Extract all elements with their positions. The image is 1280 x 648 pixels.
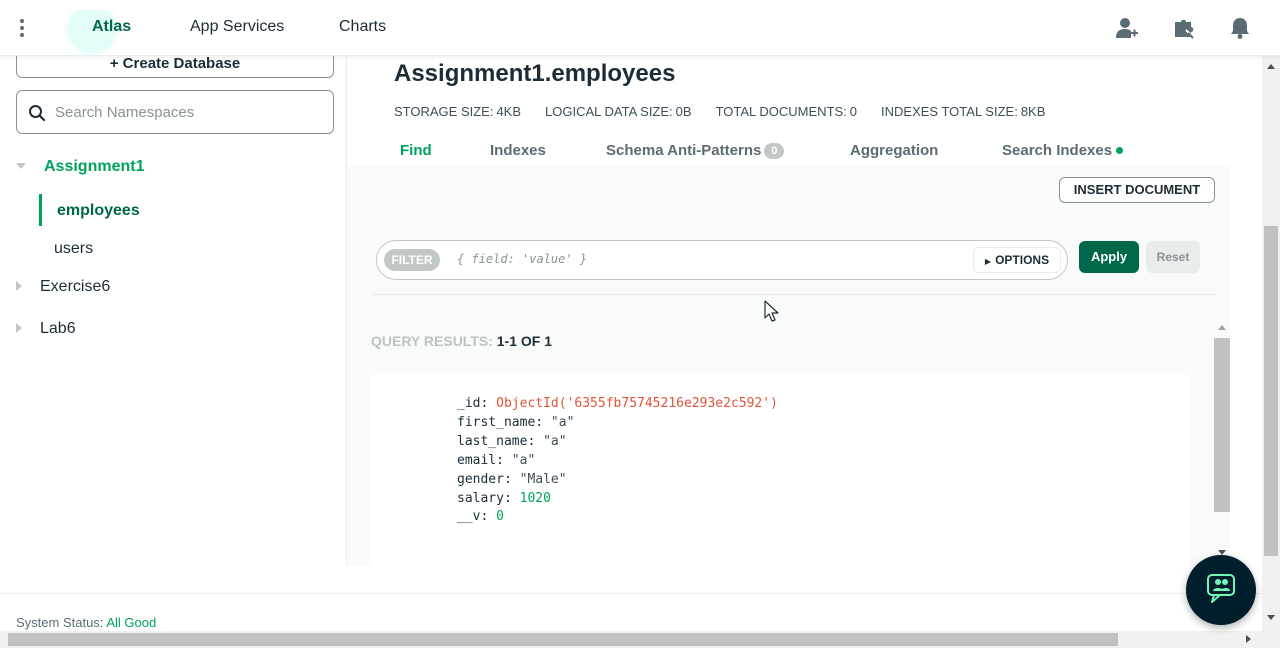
nav-tab-charts[interactable]: Charts bbox=[339, 18, 386, 36]
document-fields: _id: ObjectId('6355fb75745216e293e2c592'… bbox=[457, 395, 778, 527]
tab-find[interactable]: Find bbox=[400, 142, 432, 159]
results-scrollbar[interactable] bbox=[1214, 322, 1230, 558]
stat-total-documents: TOTAL DOCUMENTS: 0 bbox=[715, 104, 858, 119]
search-namespaces-box[interactable] bbox=[16, 90, 334, 134]
document-field: first_name: "a" bbox=[457, 414, 575, 430]
page-horizontal-scrollbar[interactable] bbox=[0, 631, 1280, 648]
filter-input[interactable]: { field: 'value' } bbox=[457, 252, 587, 266]
sidebar-collection-users[interactable]: users bbox=[54, 240, 93, 258]
system-status-link[interactable]: All Good bbox=[106, 615, 156, 630]
bell-icon[interactable] bbox=[1228, 16, 1252, 40]
stat-storage-size: STORAGE SIZE: 4KB bbox=[394, 104, 522, 119]
search-icon bbox=[29, 105, 46, 122]
top-nav: Atlas App Services Charts bbox=[0, 0, 1280, 58]
apply-button[interactable]: Apply bbox=[1079, 241, 1139, 273]
collection-stats: STORAGE SIZE: 4KB LOGICAL DATA SIZE: 0B TO… bbox=[394, 104, 1045, 119]
scroll-up-icon[interactable] bbox=[1218, 325, 1226, 330]
options-button[interactable]: ▶ OPTIONS bbox=[973, 247, 1061, 273]
tab-aggregation[interactable]: Aggregation bbox=[850, 142, 938, 159]
nav-tab-app-services[interactable]: App Services bbox=[190, 18, 284, 36]
system-status: System Status: All Good bbox=[16, 615, 157, 630]
divider bbox=[371, 294, 1216, 295]
document-field: last_name: "a" bbox=[457, 433, 567, 449]
scrollbar-thumb[interactable] bbox=[1264, 226, 1278, 556]
caret-right-icon: ▶ bbox=[984, 257, 992, 266]
search-namespaces-input[interactable] bbox=[55, 101, 315, 123]
page-vertical-scrollbar[interactable] bbox=[1262, 56, 1280, 631]
document-field: __v: 0 bbox=[457, 509, 504, 525]
insert-document-button[interactable]: INSERT DOCUMENT bbox=[1059, 177, 1215, 203]
collection-tabs: Find Indexes Schema Anti-Patterns 0 Aggre… bbox=[347, 134, 1230, 166]
tab-schema-anti-patterns[interactable]: Schema Anti-Patterns 0 bbox=[606, 142, 785, 159]
scrollbar-thumb[interactable] bbox=[8, 633, 1118, 646]
find-content: INSERT DOCUMENT FILTER { field: 'value' … bbox=[347, 166, 1230, 573]
footer: System Status: All Good bbox=[0, 593, 1262, 631]
chat-button[interactable] bbox=[1186, 555, 1256, 625]
sidebar: + Create Database Assignment1 employees … bbox=[0, 54, 347, 566]
tab-indexes[interactable]: Indexes bbox=[490, 142, 546, 159]
sidebar-collection-employees[interactable]: employees bbox=[57, 202, 140, 220]
anti-patterns-count-badge: 0 bbox=[764, 143, 785, 159]
kebab-menu-icon[interactable] bbox=[14, 16, 30, 40]
scroll-up-icon[interactable] bbox=[1267, 64, 1275, 69]
user-plus-icon[interactable] bbox=[1115, 16, 1139, 40]
filter-bar[interactable]: FILTER { field: 'value' } ▶ OPTIONS bbox=[376, 240, 1068, 280]
page-title: Assignment1.employees bbox=[394, 60, 676, 87]
sidebar-db-assignment1[interactable]: Assignment1 bbox=[44, 158, 144, 176]
nav-tab-atlas[interactable]: Atlas bbox=[63, 10, 131, 58]
scroll-down-icon[interactable] bbox=[1267, 615, 1275, 620]
sidebar-db-exercise6[interactable]: Exercise6 bbox=[40, 278, 110, 296]
caret-down-icon[interactable] bbox=[16, 163, 26, 169]
status-dot-icon bbox=[1116, 147, 1124, 154]
query-results-label: QUERY RESULTS: 1-1 OF 1 bbox=[371, 333, 553, 349]
document-field: salary: 1020 bbox=[457, 490, 551, 506]
scrollbar-thumb[interactable] bbox=[1214, 338, 1230, 512]
filter-label: FILTER bbox=[384, 249, 440, 271]
active-collection-indicator bbox=[39, 194, 42, 226]
document-field: gender: "Male" bbox=[457, 471, 567, 487]
puzzle-icon[interactable] bbox=[1172, 16, 1196, 40]
stat-logical-data-size: LOGICAL DATA SIZE: 0B bbox=[545, 104, 692, 119]
reset-button[interactable]: Reset bbox=[1146, 241, 1200, 273]
scroll-right-icon[interactable] bbox=[1246, 635, 1251, 643]
caret-right-icon[interactable] bbox=[16, 323, 22, 333]
document-field: email: "a" bbox=[457, 452, 536, 468]
mouse-cursor-icon bbox=[764, 300, 779, 322]
document-card[interactable]: _id: ObjectId('6355fb75745216e293e2c592'… bbox=[371, 373, 1189, 573]
sidebar-db-lab6[interactable]: Lab6 bbox=[40, 320, 76, 338]
document-field-id: _id: ObjectId('6355fb75745216e293e2c592'… bbox=[457, 396, 778, 411]
caret-right-icon[interactable] bbox=[16, 281, 22, 291]
chat-support-icon bbox=[1207, 574, 1235, 603]
tab-search-indexes[interactable]: Search Indexes bbox=[1002, 142, 1124, 159]
stat-indexes-total-size: INDEXES TOTAL SIZE: 8KB bbox=[881, 104, 1046, 119]
